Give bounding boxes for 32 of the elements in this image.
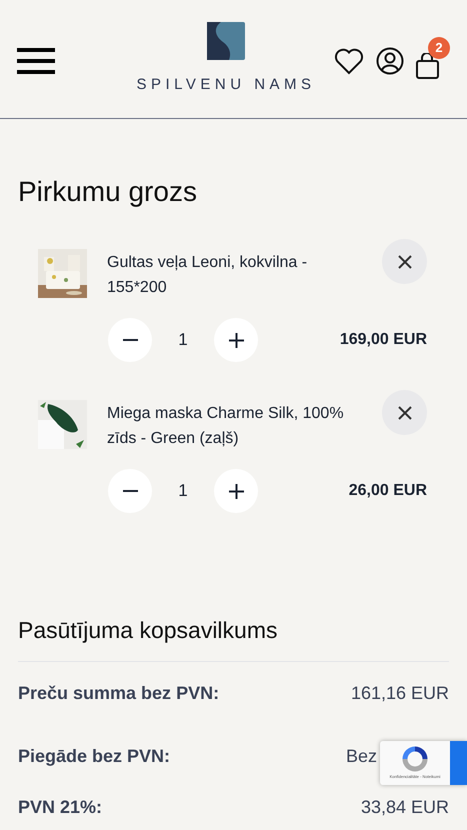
summary-label: Piegāde bez PVN:	[18, 745, 170, 768]
product-name[interactable]: Miega maska Charme Silk, 100% zīds - Green (zaļš)	[107, 401, 362, 451]
remove-button[interactable]	[382, 390, 427, 435]
minus-icon	[122, 490, 138, 492]
item-price: 26,00 EUR	[348, 481, 427, 501]
increase-button[interactable]	[214, 469, 258, 513]
logo-text: SPILVENU NAMS	[136, 75, 316, 95]
page-title: Pirkumu grozs	[18, 175, 198, 209]
quantity-value: 1	[177, 480, 189, 502]
close-icon	[398, 406, 412, 420]
summary-label: Preču summa bez PVN:	[18, 682, 220, 705]
remove-button[interactable]	[382, 239, 427, 284]
summary-title: Pasūtījuma kopsavilkums	[18, 616, 278, 645]
summary-value: Bez	[346, 745, 377, 768]
cart-count-badge: 2	[428, 37, 450, 59]
summary-value: 161,16 EUR	[350, 682, 449, 705]
shopping-bag-icon[interactable]	[416, 53, 439, 79]
summary-label: PVN 21%:	[18, 796, 102, 819]
plus-icon	[228, 332, 244, 348]
logo-icon[interactable]	[207, 22, 245, 60]
user-icon[interactable]	[376, 47, 404, 75]
menu-button[interactable]	[17, 48, 55, 74]
close-icon	[398, 254, 412, 268]
item-price: 169,00 EUR	[340, 330, 427, 350]
heart-icon[interactable]	[334, 48, 364, 74]
plus-icon	[228, 484, 244, 498]
recaptcha-icon	[400, 744, 430, 774]
quantity-value: 1	[177, 329, 189, 352]
summary-value: 33,84 EUR	[360, 796, 449, 819]
product-name[interactable]: Gultas veļa Leoni, kokvilna - 155*200	[107, 250, 362, 300]
minus-icon	[122, 339, 138, 341]
increase-button[interactable]	[214, 318, 258, 362]
